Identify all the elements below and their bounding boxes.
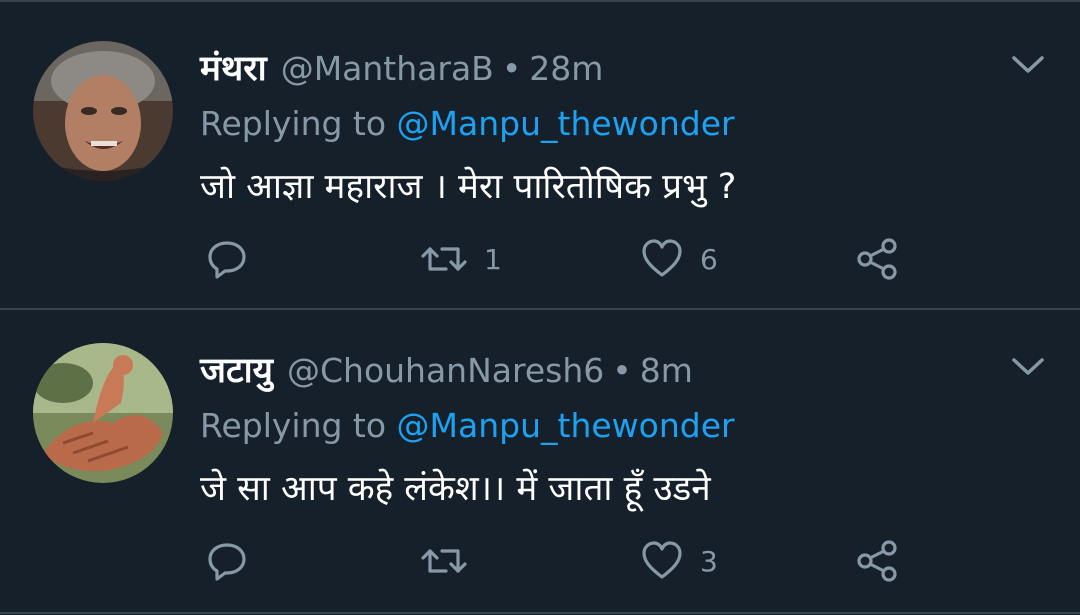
retweet-icon xyxy=(421,549,467,573)
like-button[interactable]: 6 xyxy=(640,234,718,284)
like-icon xyxy=(642,239,682,277)
retweet-icon xyxy=(421,247,467,271)
reply-mention-link[interactable]: @Manpu_thewonder xyxy=(397,104,735,143)
share-icon xyxy=(857,238,897,280)
retweet-button[interactable]: 1 xyxy=(420,234,502,284)
avatar[interactable] xyxy=(33,41,173,181)
reply-icon xyxy=(208,241,246,279)
retweet-count: 1 xyxy=(484,242,502,276)
share-icon xyxy=(857,540,897,582)
tweet-text: जो आज्ञा महाराज । मेरा पारितोषिक प्रभु ? xyxy=(200,167,737,207)
reply-button[interactable] xyxy=(205,234,265,284)
user-handle[interactable]: @MantharaB xyxy=(281,49,494,88)
like-count: 3 xyxy=(700,544,718,578)
separator-dot: • xyxy=(501,49,522,88)
avatar-image xyxy=(33,343,173,483)
display-name[interactable]: मंथरा xyxy=(200,44,267,91)
display-name[interactable]: जटायु xyxy=(200,346,273,393)
share-button[interactable] xyxy=(855,234,899,284)
tweet-header: जटायु @ChouhanNaresh6 • 8m xyxy=(200,346,693,396)
tweet-actions: 1 6 xyxy=(200,234,920,284)
reply-icon xyxy=(208,543,246,581)
share-button[interactable] xyxy=(855,536,899,586)
tweet-header: मंथरा @MantharaB • 28m xyxy=(200,44,603,94)
reply-button[interactable] xyxy=(205,536,265,586)
user-handle[interactable]: @ChouhanNaresh6 xyxy=(287,351,604,390)
tweet-text: जे सा आप कहे लंकेश।। में जाता हूँ उडने xyxy=(200,469,711,509)
like-count: 6 xyxy=(700,242,718,276)
reply-mention-link[interactable]: @Manpu_thewonder xyxy=(397,406,735,445)
like-icon xyxy=(642,541,682,579)
timestamp[interactable]: 28m xyxy=(529,49,603,88)
replying-to: Replying to @Manpu_thewonder xyxy=(200,104,735,143)
divider xyxy=(0,0,1080,2)
retweet-button[interactable] xyxy=(420,536,484,586)
tweet[interactable]: मंथरा @MantharaB • 28m Replying to @Manp… xyxy=(0,8,1080,308)
replying-to-label: Replying to xyxy=(200,104,387,143)
chevron-down-icon[interactable] xyxy=(1008,50,1048,78)
replying-to: Replying to @Manpu_thewonder xyxy=(200,406,735,445)
separator-dot: • xyxy=(612,351,632,390)
avatar[interactable] xyxy=(33,343,173,483)
like-button[interactable]: 3 xyxy=(640,536,718,586)
chevron-down-icon[interactable] xyxy=(1008,352,1048,380)
tweet[interactable]: जटायु @ChouhanNaresh6 • 8m Replying to @… xyxy=(0,310,1080,610)
replying-to-label: Replying to xyxy=(200,406,387,445)
divider xyxy=(0,612,1080,614)
avatar-image xyxy=(33,41,173,181)
tweet-actions: 3 xyxy=(200,536,920,586)
timestamp[interactable]: 8m xyxy=(640,351,693,390)
tweet-feed: मंथरा @MantharaB • 28m Replying to @Manp… xyxy=(0,0,1080,615)
